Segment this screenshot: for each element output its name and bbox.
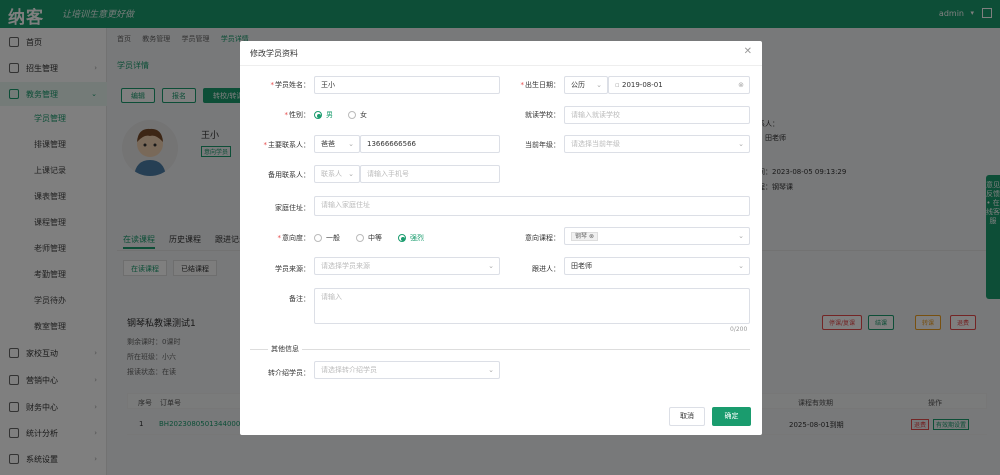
- intent-radio-medium[interactable]: 中等: [356, 233, 382, 243]
- calendar-type-select[interactable]: 公历 ⌄: [564, 76, 608, 94]
- radio-label: 一般: [326, 234, 340, 242]
- contact-relation-select[interactable]: 爸爸 ⌄: [314, 135, 360, 153]
- backup-relation-select[interactable]: 联系人 ⌄: [314, 165, 360, 183]
- intent-course-select[interactable]: 钢琴 ⊗ ⌄: [564, 227, 750, 245]
- address-label: 家庭住址：: [275, 204, 310, 212]
- radio-icon: [398, 234, 406, 242]
- intro-label: 转介绍学员：: [268, 369, 310, 377]
- radio-icon: [348, 111, 356, 119]
- section-label: 其他信息: [268, 344, 302, 354]
- note-label: 备注：: [289, 295, 310, 303]
- course-chip-label: 钢琴: [575, 233, 588, 240]
- birthday-picker[interactable]: ▫ 2019-08-01 ⊗: [608, 76, 750, 94]
- contact-phone-input[interactable]: 13666666566: [360, 135, 500, 153]
- source-select[interactable]: 请选择学员来源 ⌄: [314, 257, 500, 275]
- note-textarea[interactable]: 请输入: [314, 288, 750, 324]
- backup-phone-input[interactable]: 请输入手机号: [360, 165, 500, 183]
- edit-student-dialog: 修改学员资料 ✕ 学员姓名： 王小 出生日期： 公历 ⌄ ▫ 2019-08-01…: [240, 41, 762, 435]
- note-counter: 0/200: [730, 326, 748, 333]
- grade-placeholder: 请选择当前年级: [571, 140, 620, 148]
- radio-icon: [356, 234, 364, 242]
- grade-select[interactable]: 请选择当前年级 ⌄: [564, 135, 750, 153]
- chevron-down-icon: ⌄: [738, 140, 744, 148]
- chevron-down-icon: ⌄: [738, 262, 744, 270]
- clear-icon[interactable]: ⊗: [738, 77, 744, 93]
- section-divider: [250, 349, 750, 350]
- source-label: 学员来源：: [275, 265, 310, 273]
- name-label: 学员姓名：: [240, 80, 310, 90]
- relation-value: 爸爸: [321, 140, 335, 148]
- calendar-icon: ▫: [615, 81, 622, 89]
- gender-radio-female[interactable]: 女: [348, 110, 367, 120]
- calendar-type-value: 公历: [571, 81, 585, 89]
- course-chip: 钢琴 ⊗: [571, 232, 598, 241]
- follower-value: 田老师: [571, 262, 592, 270]
- intent-radio-strong[interactable]: 强烈: [398, 233, 424, 243]
- address-input[interactable]: 请输入家庭住址: [314, 196, 750, 216]
- follower-label: 跟进人：: [532, 265, 560, 273]
- school-label: 就读学校：: [525, 111, 560, 119]
- radio-label: 强烈: [410, 234, 424, 242]
- radio-label: 女: [360, 111, 367, 119]
- follower-select[interactable]: 田老师 ⌄: [564, 257, 750, 275]
- intent-course-label: 意向课程：: [525, 234, 560, 242]
- radio-label: 男: [326, 111, 333, 119]
- name-field[interactable]: 王小: [314, 76, 500, 94]
- intent-label: 意向度：: [240, 233, 310, 243]
- backup-relation-placeholder: 联系人: [321, 170, 342, 178]
- chevron-down-icon: ⌄: [488, 366, 494, 374]
- source-placeholder: 请选择学员来源: [321, 262, 370, 270]
- birthday-value: 2019-08-01: [621, 81, 663, 89]
- birthday-label: 出生日期：: [490, 80, 560, 90]
- radio-icon: [314, 111, 322, 119]
- intro-placeholder: 请选择转介绍学员: [321, 366, 377, 374]
- confirm-button[interactable]: 确定: [712, 407, 751, 426]
- chevron-down-icon: ⌄: [348, 170, 354, 178]
- chevron-down-icon: ⌄: [738, 232, 744, 240]
- intro-select[interactable]: 请选择转介绍学员 ⌄: [314, 361, 500, 379]
- chip-close-icon[interactable]: ⊗: [589, 233, 594, 240]
- gender-label: 性别：: [240, 110, 310, 120]
- gender-radio-male[interactable]: 男: [314, 110, 333, 120]
- close-icon[interactable]: ✕: [744, 46, 752, 57]
- grade-label: 当前年级：: [525, 141, 560, 149]
- intent-radio-normal[interactable]: 一般: [314, 233, 340, 243]
- chevron-down-icon: ⌄: [596, 81, 602, 89]
- divider: [240, 65, 762, 66]
- contact-label: 主要联系人：: [240, 140, 310, 150]
- radio-icon: [314, 234, 322, 242]
- chevron-down-icon: ⌄: [348, 140, 354, 148]
- school-input[interactable]: 请输入就读学校: [564, 106, 750, 124]
- radio-label: 中等: [368, 234, 382, 242]
- dialog-title: 修改学员资料: [250, 49, 298, 58]
- cancel-button[interactable]: 取消: [669, 407, 705, 426]
- backup-contact-label: 备用联系人：: [268, 171, 310, 179]
